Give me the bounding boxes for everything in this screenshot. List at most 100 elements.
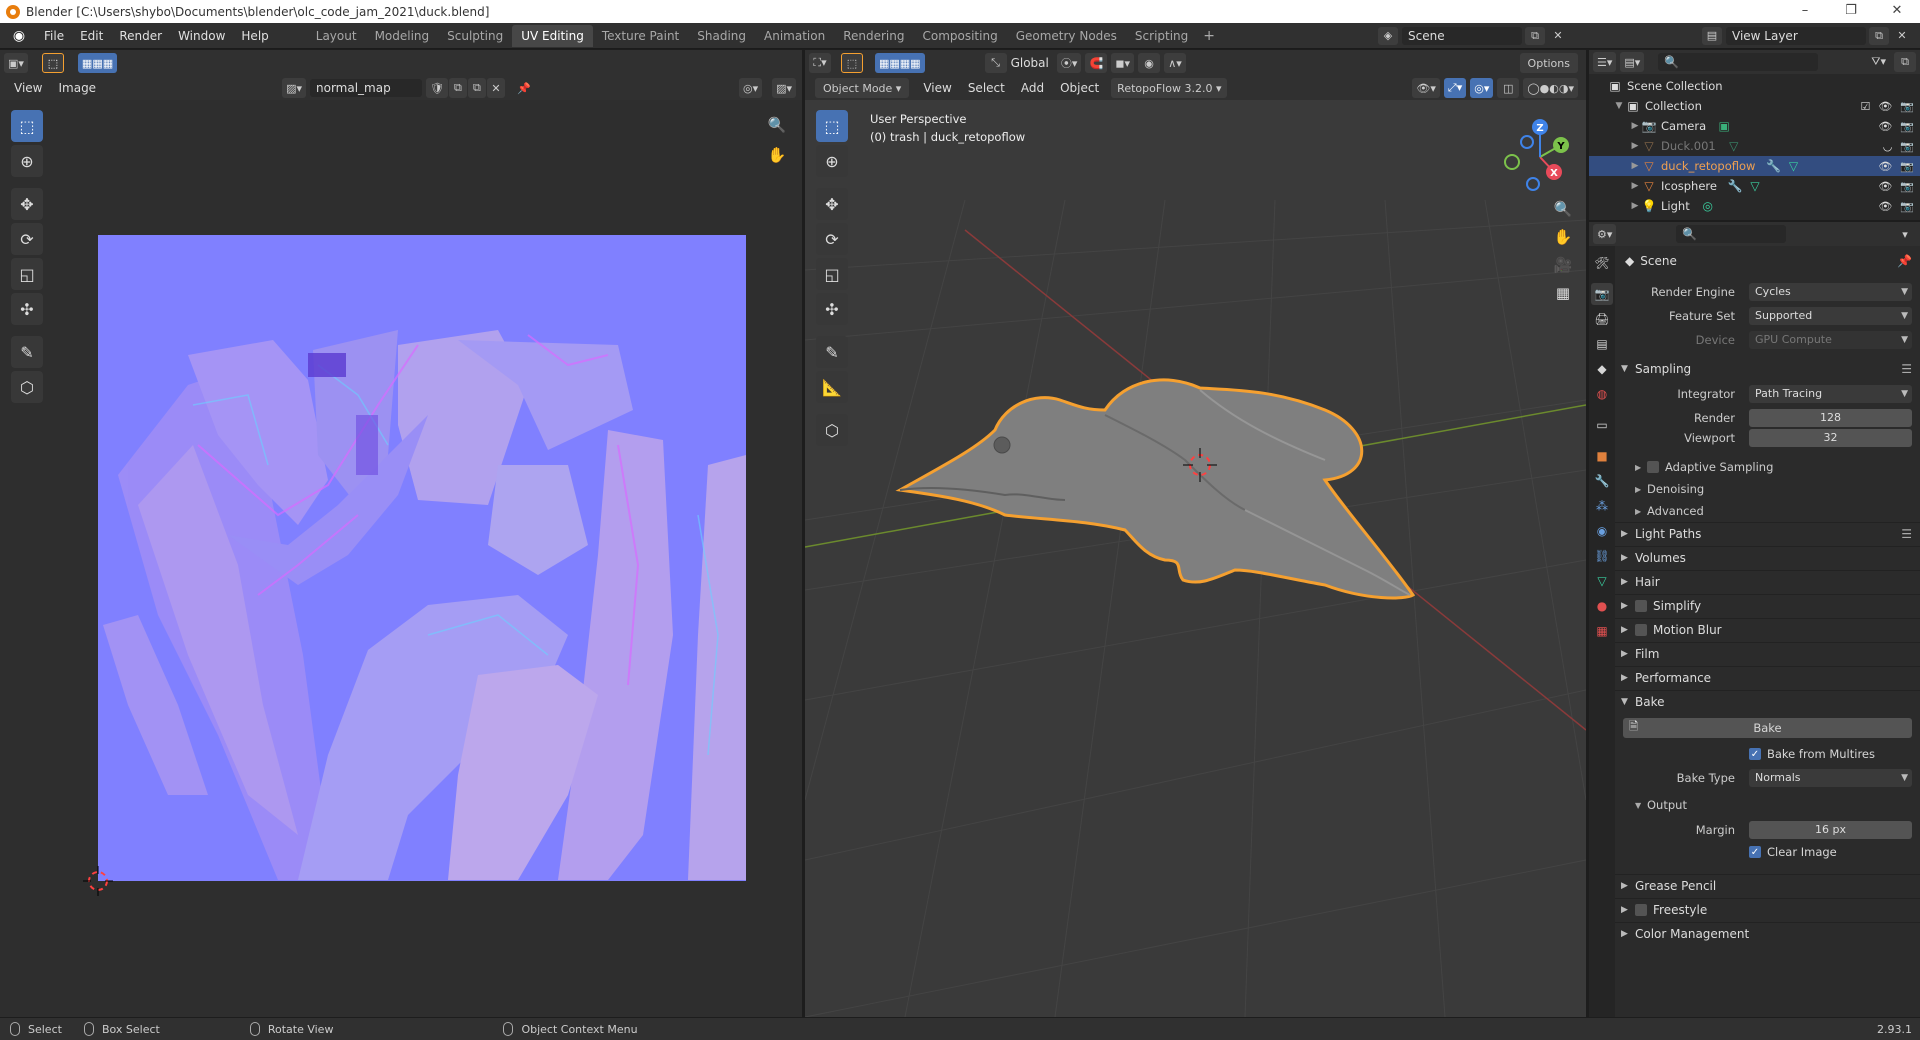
color-management-panel-header[interactable]: ▶ Color Management: [1615, 922, 1920, 944]
pin-image-icon[interactable]: 📌: [513, 78, 535, 98]
object-mode-dropdown[interactable]: Object Mode ▾: [815, 78, 910, 98]
vp-measure-tool-icon[interactable]: 📐: [816, 371, 848, 403]
transform-tool-icon[interactable]: ✣: [11, 293, 43, 325]
vp-move-tool-icon[interactable]: ✥: [816, 188, 848, 220]
proportional-edit-icon[interactable]: ◉: [1138, 53, 1161, 73]
render-camera-icon[interactable]: 📷: [1900, 120, 1914, 133]
advanced-subpanel[interactable]: ▶ Advanced: [1615, 500, 1920, 522]
image-name-field[interactable]: normal_map: [310, 79, 422, 97]
presets-list-icon[interactable]: ☰: [1901, 362, 1912, 376]
object-tab-icon[interactable]: ■: [1591, 445, 1613, 467]
visibility-eye-icon[interactable]: 👁: [1878, 200, 1892, 213]
volumes-panel-header[interactable]: ▶ Volumes: [1615, 546, 1920, 568]
uv-overlay-icon[interactable]: ◎▾: [738, 78, 763, 98]
render-camera-icon[interactable]: 📷: [1900, 160, 1914, 173]
tab-modeling[interactable]: Modeling: [366, 25, 439, 47]
uv-view-menu[interactable]: View: [0, 81, 50, 95]
vp-camera-view-icon[interactable]: 🎥: [1550, 252, 1576, 278]
zoom-view-icon[interactable]: 🔍: [764, 112, 790, 138]
new-image-icon[interactable]: ⧉: [448, 78, 467, 98]
tab-uv-editing[interactable]: UV Editing: [512, 24, 593, 47]
denoising-subpanel[interactable]: ▶ Denoising: [1615, 478, 1920, 500]
outliner-editor-type-icon[interactable]: ☰▾: [1593, 52, 1617, 72]
tab-geometry-nodes[interactable]: Geometry Nodes: [1007, 25, 1126, 47]
vp-cursor-tool-icon[interactable]: ⊕: [816, 145, 848, 177]
pan-view-icon[interactable]: ✋: [764, 142, 790, 168]
outliner-item-light[interactable]: ▶ 💡 Light ◎ 👁 📷: [1589, 196, 1920, 216]
editor-type-icon[interactable]: ▣▾: [4, 53, 28, 73]
integrator-dropdown[interactable]: Path Tracing ▼: [1749, 385, 1912, 403]
world-tab-icon[interactable]: ◍: [1591, 383, 1613, 405]
maximize-button[interactable]: ❐: [1828, 0, 1874, 23]
adaptive-sampling-checkbox[interactable]: [1647, 461, 1659, 473]
vp-scale-tool-icon[interactable]: ◱: [816, 258, 848, 290]
hidden-eye-icon[interactable]: ◡: [1883, 140, 1893, 153]
view-layer-name-field[interactable]: View Layer: [1726, 27, 1866, 45]
visibility-eye-icon[interactable]: 👁: [1878, 180, 1892, 193]
viewport-add-menu[interactable]: Add: [1013, 81, 1052, 95]
vp-select-box-icon[interactable]: ⬚: [816, 110, 848, 142]
menu-edit[interactable]: Edit: [72, 23, 111, 49]
outliner-scene-collection[interactable]: ▣ Scene Collection: [1589, 76, 1920, 96]
outliner-item-icosphere[interactable]: ▶ ▽ Icosphere 🔧 ▽ 👁 📷: [1589, 176, 1920, 196]
freestyle-panel-header[interactable]: ▶ Freestyle: [1615, 898, 1920, 920]
tab-compositing[interactable]: Compositing: [913, 25, 1006, 47]
motion-blur-checkbox[interactable]: [1635, 623, 1647, 636]
simplify-panel-header[interactable]: ▶ Simplify: [1615, 594, 1920, 616]
view-layer-tab-icon[interactable]: ▤: [1591, 333, 1613, 355]
pin-context-icon[interactable]: 📌: [1897, 254, 1912, 268]
expand-icon[interactable]: ▶: [1629, 201, 1641, 211]
falloff-icon[interactable]: ∧▾: [1164, 53, 1187, 73]
shading-modes-icon[interactable]: ◯●◐◑▾: [1523, 78, 1578, 98]
viewport-object-menu[interactable]: Object: [1052, 81, 1107, 95]
modifier-tab-icon[interactable]: 🔧: [1591, 470, 1613, 492]
unlink-image-icon[interactable]: ✕: [486, 78, 505, 98]
bake-panel-header[interactable]: ▼ Bake: [1615, 690, 1920, 712]
scene-name-field[interactable]: Scene: [1402, 27, 1522, 45]
menu-window[interactable]: Window: [170, 23, 233, 49]
transform-orientation-icon[interactable]: ⤡: [984, 53, 1007, 73]
feature-set-dropdown[interactable]: Supported ▼: [1749, 307, 1912, 325]
vp-rotate-tool-icon[interactable]: ⟳: [816, 223, 848, 255]
new-collection-icon[interactable]: ⧉: [1894, 52, 1916, 72]
viewport-samples-field[interactable]: 32: [1749, 429, 1912, 447]
scale-tool-icon[interactable]: ◱: [11, 258, 43, 290]
delete-view-layer-icon[interactable]: ✕: [1892, 27, 1912, 45]
properties-search-input[interactable]: 🔍: [1676, 225, 1787, 243]
retopoflow-menu[interactable]: RetopoFlow 3.2.0 ▾: [1111, 78, 1228, 98]
simplify-checkbox[interactable]: [1635, 599, 1647, 612]
particles-tab-icon[interactable]: ⁂: [1591, 495, 1613, 517]
output-subpanel-header[interactable]: ▼ Output: [1615, 794, 1920, 816]
open-image-icon[interactable]: ⧉: [467, 78, 486, 98]
vp-annotate-tool-icon[interactable]: ✎: [816, 336, 848, 368]
gizmo-toggle-icon[interactable]: ⤢▾: [1443, 78, 1467, 98]
physics-tab-icon[interactable]: ◉: [1591, 520, 1613, 542]
outliner-display-mode-icon[interactable]: ▤▾: [1620, 52, 1645, 72]
vp-pan-icon[interactable]: ✋: [1550, 224, 1576, 250]
data-tab-icon[interactable]: ▽: [1591, 570, 1613, 592]
material-tab-icon[interactable]: ●: [1591, 595, 1613, 617]
render-samples-field[interactable]: 128: [1749, 409, 1912, 427]
bake-from-multires-checkbox[interactable]: ✓: [1749, 748, 1761, 760]
visibility-eye-icon[interactable]: 👁: [1878, 160, 1892, 173]
scene-tab-icon[interactable]: ◆: [1591, 358, 1613, 380]
viewport-select-tool-icon[interactable]: ⬚: [841, 53, 863, 73]
bake-button[interactable]: 🗎 Bake: [1623, 718, 1912, 738]
display-channels-icon[interactable]: ▨▾: [772, 78, 797, 98]
tab-scripting[interactable]: Scripting: [1126, 25, 1197, 47]
render-camera-icon[interactable]: 📷: [1900, 100, 1914, 113]
delete-scene-icon[interactable]: ✕: [1548, 27, 1568, 45]
navigation-gizmo[interactable]: X Y Z: [1495, 112, 1585, 202]
collapse-icon[interactable]: ▼: [1613, 101, 1625, 111]
annotate-tool-icon[interactable]: ✎: [11, 336, 43, 368]
device-dropdown[interactable]: GPU Compute ▼: [1749, 331, 1912, 349]
fake-user-icon[interactable]: 🛡: [426, 78, 448, 98]
collection-tab-icon[interactable]: ▭: [1591, 414, 1613, 436]
uv-image-menu[interactable]: Image: [50, 81, 104, 95]
move-tool-icon[interactable]: ✥: [11, 188, 43, 220]
view-layer-icon[interactable]: ▤: [1702, 27, 1722, 45]
overlay-toggle-icon[interactable]: ◎▾: [1470, 78, 1494, 98]
outliner-item-duck001[interactable]: ▶ ▽ Duck.001 ▽ ◡ 📷: [1589, 136, 1920, 156]
tab-sculpting[interactable]: Sculpting: [438, 25, 512, 47]
pivot-icon[interactable]: ⦿▾: [1056, 53, 1082, 73]
